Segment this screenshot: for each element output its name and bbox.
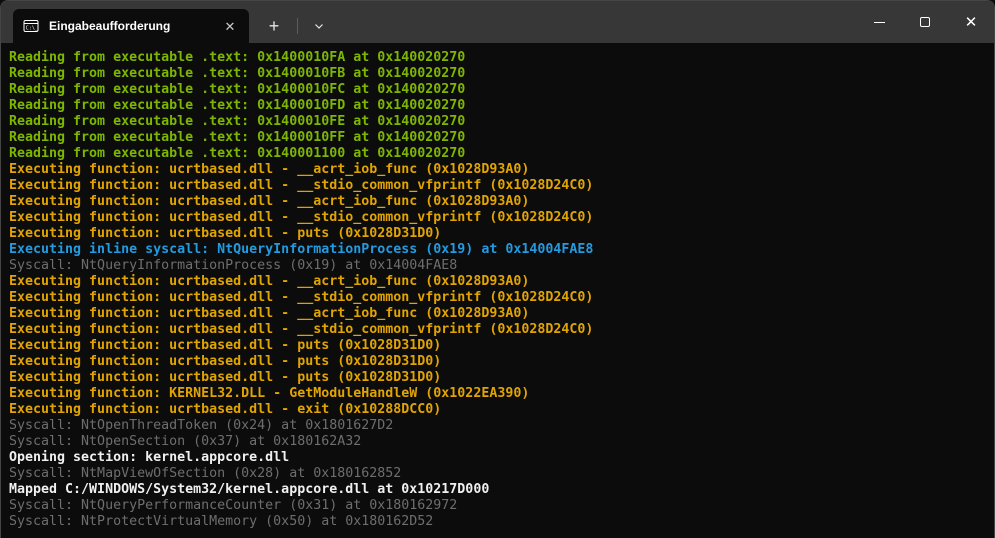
close-icon: ✕ — [965, 15, 978, 30]
terminal-line: Reading from executable .text: 0x1400010… — [9, 130, 986, 146]
caption-buttons: ✕ — [856, 1, 994, 43]
terminal-line: Executing function: ucrtbased.dll - __ac… — [9, 306, 986, 322]
terminal-line: Reading from executable .text: 0x1400010… — [9, 50, 986, 66]
tab-dropdown-button[interactable] — [304, 9, 334, 43]
minimize-icon — [874, 22, 885, 23]
chevron-down-icon — [313, 20, 325, 32]
terminal-line: Executing function: ucrtbased.dll - __ac… — [9, 194, 986, 210]
terminal-line: Syscall: NtProtectVirtualMemory (0x50) a… — [9, 514, 986, 530]
terminal-line: Executing function: ucrtbased.dll - __ac… — [9, 162, 986, 178]
terminal-line: Executing function: ucrtbased.dll - __st… — [9, 210, 986, 226]
terminal-line: Mapped C:/WINDOWS/System32/kernel.appcor… — [9, 482, 986, 498]
new-tab-button[interactable]: + — [257, 9, 291, 43]
terminal-line: Syscall: NtOpenSection (0x37) at 0x18016… — [9, 434, 986, 450]
terminal-line: Syscall: NtQueryInformationProcess (0x19… — [9, 258, 986, 274]
title-bar: C:\_ Eingabeaufforderung ✕ + ✕ — [1, 1, 994, 43]
svg-text:C:\_: C:\_ — [26, 25, 39, 31]
terminal-line: Reading from executable .text: 0x1400010… — [9, 82, 986, 98]
tabbar-separator — [297, 18, 298, 34]
terminal-line: Executing function: ucrtbased.dll - __ac… — [9, 274, 986, 290]
tab-title: Eingabeaufforderung — [49, 19, 219, 33]
terminal-line: Syscall: NtMapViewOfSection (0x28) at 0x… — [9, 466, 986, 482]
terminal-line: Reading from executable .text: 0x1400011… — [9, 146, 986, 162]
terminal-line: Syscall: NtOpenThreadToken (0x24) at 0x1… — [9, 418, 986, 434]
terminal-line: Executing function: ucrtbased.dll - puts… — [9, 226, 986, 242]
tab-close-icon[interactable]: ✕ — [219, 15, 241, 37]
tab-eingabeaufforderung[interactable]: C:\_ Eingabeaufforderung ✕ — [13, 9, 249, 43]
terminal-window: C:\_ Eingabeaufforderung ✕ + ✕ Readi — [0, 0, 995, 538]
terminal-line: Executing function: ucrtbased.dll - puts… — [9, 370, 986, 386]
maximize-button[interactable] — [902, 1, 948, 43]
maximize-icon — [920, 17, 930, 27]
terminal-line: Reading from executable .text: 0x1400010… — [9, 114, 986, 130]
terminal-line: Executing function: ucrtbased.dll - __st… — [9, 290, 986, 306]
terminal-line: Opening section: kernel.appcore.dll — [9, 450, 986, 466]
close-button[interactable]: ✕ — [948, 1, 994, 43]
terminal-line: Reading from executable .text: 0x1400010… — [9, 98, 986, 114]
terminal-line: Executing function: ucrtbased.dll - puts… — [9, 354, 986, 370]
terminal-line: Executing inline syscall: NtQueryInforma… — [9, 242, 986, 258]
terminal-line: Executing function: ucrtbased.dll - exit… — [9, 402, 986, 418]
cmd-prompt-icon: C:\_ — [23, 18, 39, 34]
terminal-line: Executing function: ucrtbased.dll - puts… — [9, 338, 986, 354]
minimize-button[interactable] — [856, 1, 902, 43]
terminal-line: Executing function: ucrtbased.dll - __st… — [9, 178, 986, 194]
terminal-line: Reading from executable .text: 0x1400010… — [9, 66, 986, 82]
terminal-line: Executing function: KERNEL32.DLL - GetMo… — [9, 386, 986, 402]
terminal-output[interactable]: Reading from executable .text: 0x1400010… — [1, 43, 994, 538]
terminal-line: Syscall: NtQueryPerformanceCounter (0x31… — [9, 498, 986, 514]
terminal-line: Executing function: ucrtbased.dll - __st… — [9, 322, 986, 338]
